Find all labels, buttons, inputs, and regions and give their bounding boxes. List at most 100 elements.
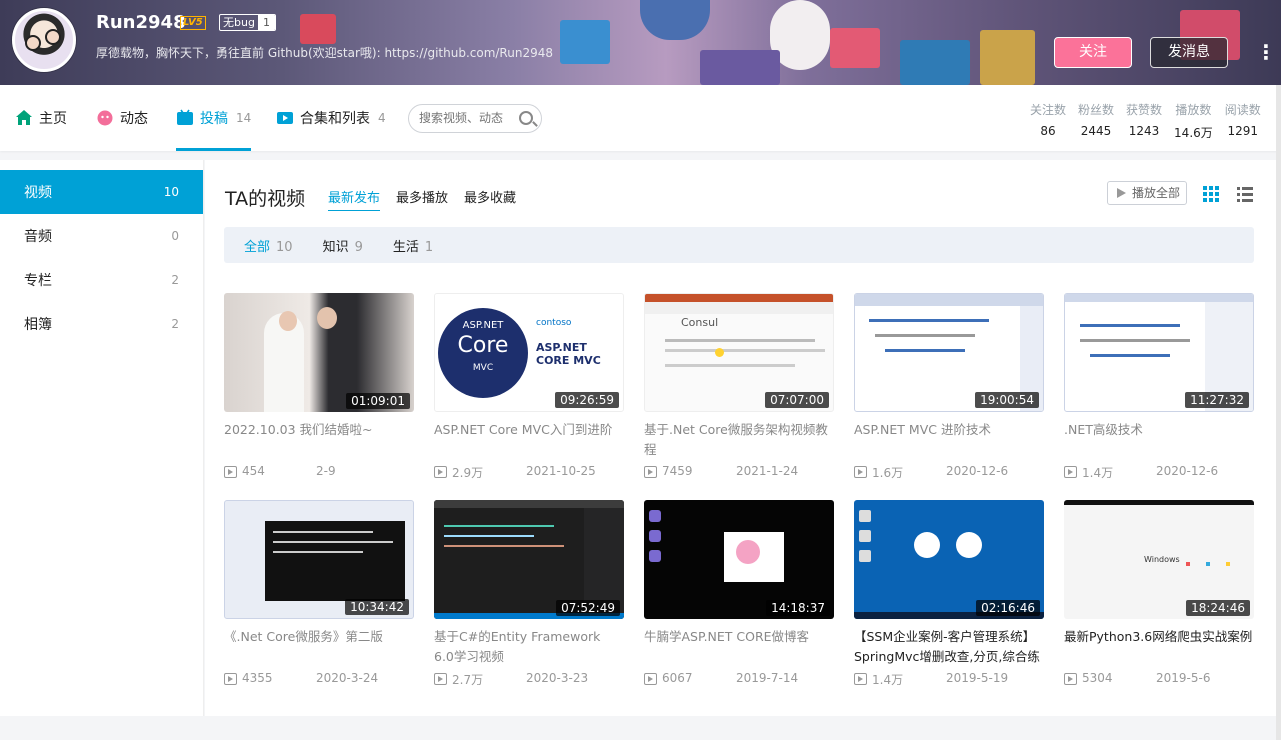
video-thumbnail[interactable]: 02:16:46 <box>854 500 1044 619</box>
sidebar-item-audio[interactable]: 音频 0 <box>0 214 203 258</box>
video-title[interactable]: ASP.NET Core MVC入门到进阶 <box>434 420 624 460</box>
sort-most-played[interactable]: 最多播放 <box>396 187 448 206</box>
video-play-count: 454 <box>224 464 316 478</box>
stat-likes: 获赞数 1243 <box>1120 101 1168 141</box>
video-title[interactable]: 2022.10.03 我们结婚啦~ <box>224 420 414 460</box>
video-duration: 11:27:32 <box>1185 392 1249 408</box>
video-duration: 07:07:00 <box>765 392 829 408</box>
sidebar-item-column[interactable]: 专栏 2 <box>0 258 203 302</box>
video-thumbnail[interactable]: 11:27:32 <box>1064 293 1254 412</box>
video-card[interactable]: Windows 18:24:46 最新Python3.6网络爬虫实战案例 530… <box>1064 500 1254 685</box>
filter-all[interactable]: 全部 10 <box>244 236 293 255</box>
search-box <box>408 104 542 133</box>
video-card[interactable]: 02:16:46 【SSM企业案例-客户管理系统】SpringMvc增删改查,分… <box>854 500 1044 688</box>
video-date: 2021-1-24 <box>736 464 799 478</box>
stat-following[interactable]: 关注数 86 <box>1024 101 1072 141</box>
video-date: 2020-3-23 <box>526 671 589 685</box>
list-view-icon[interactable] <box>1237 186 1253 202</box>
sidebar-item-album[interactable]: 相簿 2 <box>0 302 203 346</box>
banner-gift-decoration <box>700 50 780 85</box>
video-card[interactable]: 11:27:32 .NET高级技术 1.4万 2020-12-6 <box>1064 293 1254 481</box>
stat-followers[interactable]: 粉丝数 2445 <box>1072 101 1120 141</box>
thumb-core-title: ASP.NET CORE MVC <box>536 341 601 367</box>
video-title[interactable]: .NET高级技术 <box>1064 420 1254 460</box>
stat-value: 2445 <box>1080 124 1112 138</box>
video-title[interactable]: 【SSM企业案例-客户管理系统】SpringMvc增删改查,分页,综合练习 <box>854 627 1044 667</box>
video-card[interactable]: 19:00:54 ASP.NET MVC 进阶技术 1.6万 2020-12-6 <box>854 293 1044 481</box>
video-title[interactable]: ASP.NET MVC 进阶技术 <box>854 420 1044 460</box>
video-meta: 1.4万 2020-12-6 <box>1064 464 1254 481</box>
video-duration: 19:00:54 <box>975 392 1039 408</box>
video-title[interactable]: 基于C#的Entity Framework 6.0学习视频 <box>434 627 624 667</box>
video-thumbnail[interactable]: 14:18:37 <box>644 500 834 619</box>
profile-signature: 厚德载物，胸怀天下，勇往直前 Github(欢迎star哦): https://… <box>96 46 553 60</box>
video-thumbnail[interactable]: 10:34:42 <box>224 500 414 619</box>
video-title[interactable]: 基于.Net Core微服务架构视频教程 <box>644 420 834 460</box>
collection-icon <box>276 109 294 127</box>
video-meta: 1.6万 2020-12-6 <box>854 464 1044 481</box>
honor-tag[interactable]: 无bug 1 <box>219 14 276 31</box>
video-card[interactable]: ASP.NET Core MVC contoso ASP.NET CORE MV… <box>434 293 624 481</box>
tab-collections[interactable]: 合集和列表 4 <box>276 85 386 151</box>
sort-most-favorited[interactable]: 最多收藏 <box>464 187 516 206</box>
stat-label: 获赞数 <box>1126 103 1163 117</box>
sidebar-item-count: 0 <box>171 229 179 243</box>
tab-upload-label: 投稿 <box>200 111 228 127</box>
tab-upload[interactable]: 投稿 14 <box>176 85 252 151</box>
video-thumbnail[interactable]: Windows 18:24:46 <box>1064 500 1254 619</box>
video-date: 2021-10-25 <box>526 464 596 478</box>
video-play-count: 2.7万 <box>434 671 526 688</box>
search-icon[interactable] <box>519 111 533 125</box>
video-list-panel: TA的视频 最新发布 最多播放 最多收藏 播放全部 全部 10 知识 9 生活 1 0… <box>205 160 1276 716</box>
sidebar-item-label: 视频 <box>24 185 52 201</box>
profile-username: Run2948 <box>96 12 186 33</box>
avatar[interactable] <box>12 8 76 72</box>
video-card[interactable]: 10:34:42 《.Net Core微服务》第二版 4355 2020-3-24 <box>224 500 414 685</box>
more-options-icon[interactable]: ⋮ <box>1256 42 1276 62</box>
video-card[interactable]: Consul 07:07:00 基于.Net Core微服务架构视频教程 745… <box>644 293 834 478</box>
video-thumbnail[interactable]: 19:00:54 <box>854 293 1044 412</box>
video-play-count: 1.4万 <box>854 671 946 688</box>
tab-home[interactable]: 主页 <box>15 85 67 151</box>
sidebar-item-video[interactable]: 视频 10 <box>0 170 203 214</box>
video-card[interactable]: 01:09:01 2022.10.03 我们结婚啦~ 454 2-9 <box>224 293 414 478</box>
video-card[interactable]: 14:18:37 牛腩学ASP.NET CORE做博客 6067 2019-7-1… <box>644 500 834 685</box>
play-all-button[interactable]: 播放全部 <box>1107 181 1187 205</box>
video-play-count: 2.9万 <box>434 464 526 481</box>
search-input[interactable] <box>419 111 514 125</box>
stat-value: 86 <box>1040 124 1056 138</box>
video-play-count: 7459 <box>644 464 736 478</box>
filter-life[interactable]: 生活 1 <box>393 236 433 255</box>
video-card[interactable]: 07:52:49 基于C#的Entity Framework 6.0学习视频 2… <box>434 500 624 688</box>
video-date: 2-9 <box>316 464 336 478</box>
honor-tag-count: 1 <box>257 15 275 30</box>
video-duration: 14:18:37 <box>766 600 830 616</box>
level-badge: LV5 <box>180 16 206 30</box>
filter-count: 10 <box>276 239 293 255</box>
video-thumbnail[interactable]: 01:09:01 <box>224 293 414 412</box>
follow-button[interactable]: 关注 <box>1054 37 1132 68</box>
video-date: 2020-3-24 <box>316 671 379 685</box>
video-title[interactable]: 《.Net Core微服务》第二版 <box>224 627 414 667</box>
stat-value: 1243 <box>1128 124 1160 138</box>
grid-view-icon[interactable] <box>1203 186 1219 202</box>
tab-upload-count: 14 <box>236 111 252 125</box>
filter-knowledge[interactable]: 知识 9 <box>323 236 363 255</box>
video-title[interactable]: 牛腩学ASP.NET CORE做博客 <box>644 627 834 667</box>
tab-dynamic[interactable]: 动态 <box>96 85 148 151</box>
upload-icon <box>176 109 194 127</box>
stat-value: 1291 <box>1227 124 1259 138</box>
send-message-button[interactable]: 发消息 <box>1150 37 1228 68</box>
tab-dynamic-label: 动态 <box>120 111 148 127</box>
video-thumbnail[interactable]: 07:52:49 <box>434 500 624 619</box>
video-title[interactable]: 最新Python3.6网络爬虫实战案例 <box>1064 627 1254 667</box>
video-thumbnail[interactable]: ASP.NET Core MVC contoso ASP.NET CORE MV… <box>434 293 624 412</box>
page-scrollbar[interactable] <box>1276 85 1281 740</box>
filter-count: 9 <box>354 239 363 255</box>
thumb-consul: Consul <box>681 316 719 329</box>
page-title: TA的视频 <box>225 188 306 210</box>
video-thumbnail[interactable]: Consul 07:07:00 <box>644 293 834 412</box>
video-play-count: 1.4万 <box>1064 464 1156 481</box>
sort-newest[interactable]: 最新发布 <box>328 187 381 211</box>
banner-gift-decoration <box>830 28 880 68</box>
